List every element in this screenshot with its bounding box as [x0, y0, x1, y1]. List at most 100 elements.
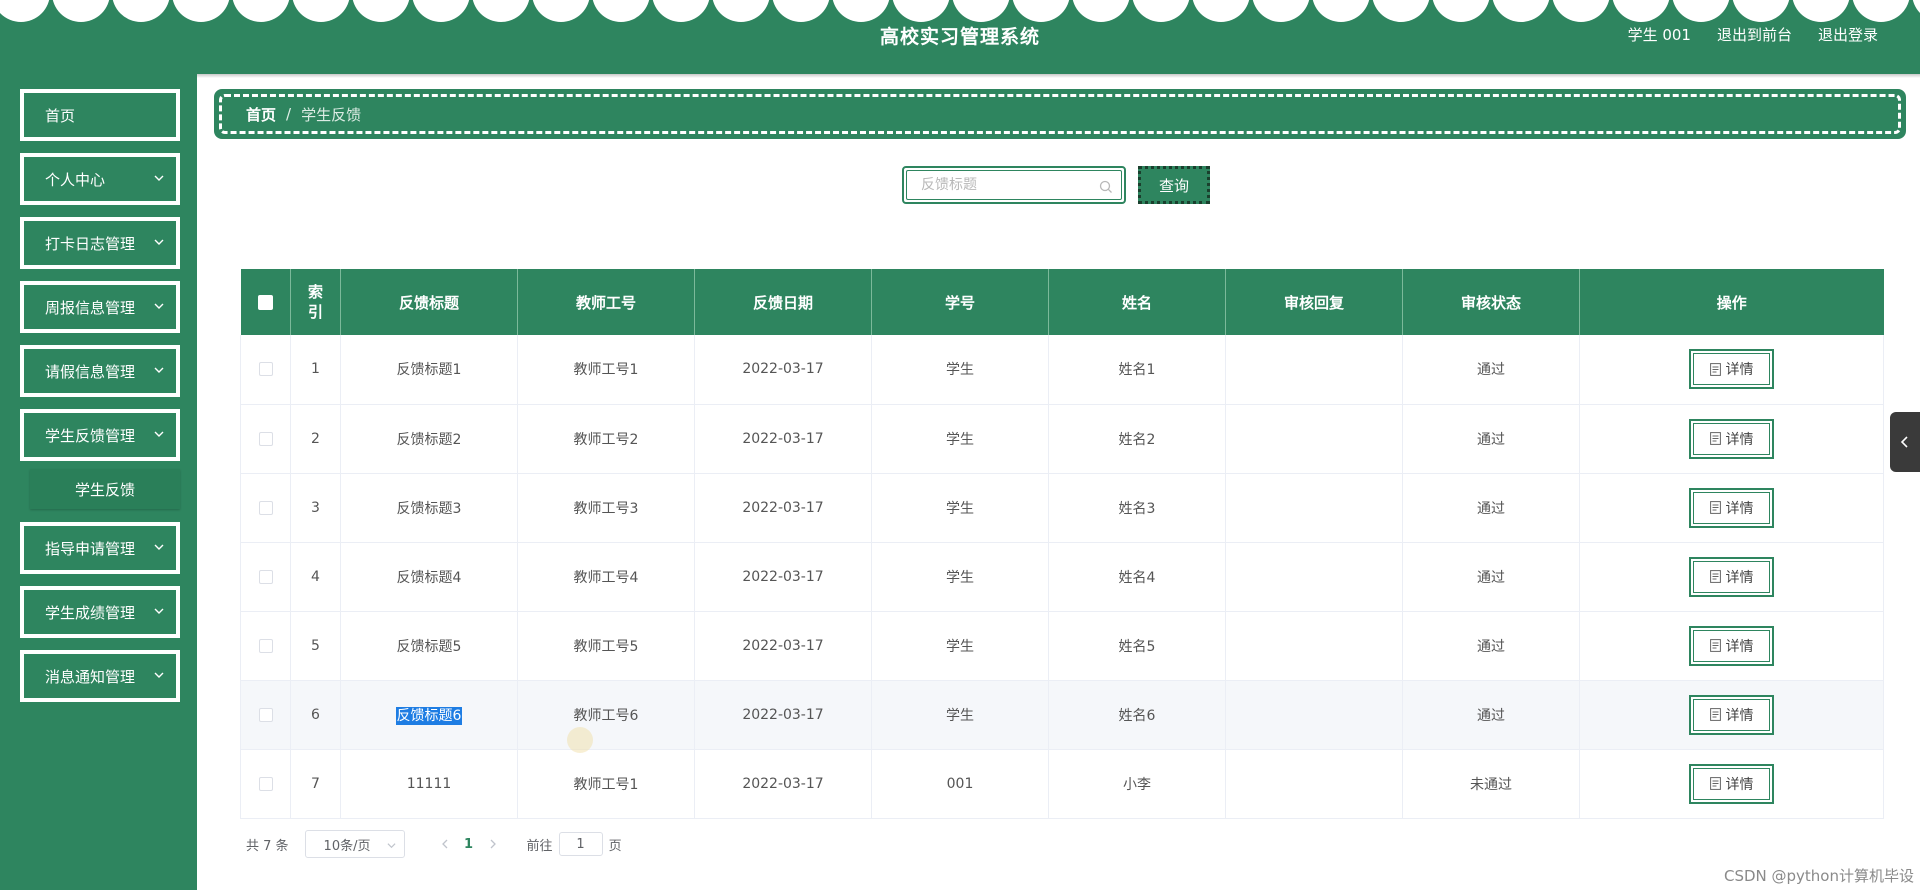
table-row: 2 反馈标题2 教师工号2 2022-03-17 学生 姓名2 通过 详情 — [240, 404, 1884, 474]
query-button[interactable]: 查询 — [1138, 166, 1210, 204]
select-all-checkbox[interactable] — [257, 295, 273, 310]
cell-date: 2022-03-17 — [694, 749, 872, 819]
detail-button[interactable]: 详情 — [1689, 556, 1774, 597]
cell-title-text: 反馈标题1 — [396, 362, 462, 379]
cell-status: 通过 — [1402, 680, 1580, 750]
goto-page-input[interactable] — [558, 832, 603, 856]
detail-button[interactable]: 详情 — [1689, 349, 1774, 390]
cell-date: 2022-03-17 — [694, 335, 872, 405]
cell-index: 1 — [290, 335, 341, 405]
table-row: 5 反馈标题5 教师工号5 2022-03-17 学生 姓名5 通过 详情 — [240, 611, 1884, 681]
scallop-circle — [892, 0, 950, 22]
cell-student-id: 001 — [871, 749, 1049, 819]
cell-status: 未通过 — [1402, 749, 1580, 819]
detail-button[interactable]: 详情 — [1689, 418, 1774, 459]
scallop-circle — [292, 0, 350, 22]
front-page-link[interactable]: 退出到前台 — [1717, 24, 1792, 45]
sidebar-item-notifications[interactable]: 消息通知管理 — [20, 650, 180, 702]
detail-button-label: 详情 — [1725, 500, 1754, 517]
row-checkbox[interactable] — [258, 431, 273, 446]
sidebar-item-label: 请假信息管理 — [45, 362, 136, 381]
search-input[interactable] — [921, 177, 1091, 193]
cell-actions: 详情 — [1579, 611, 1884, 681]
cell-reply — [1225, 680, 1403, 750]
column-header-title: 反馈标题 — [340, 269, 518, 335]
row-checkbox[interactable] — [258, 362, 273, 377]
row-checkbox[interactable] — [258, 569, 273, 584]
scallop-circle — [1192, 0, 1250, 22]
page-number[interactable]: 1 — [455, 837, 483, 852]
page-size-value: 10条/页 — [323, 838, 371, 854]
cell-title: 反馈标题3 — [340, 473, 518, 543]
scallop-circle — [412, 0, 470, 22]
row-checkbox[interactable] — [258, 776, 273, 791]
sidebar-item-home[interactable]: 首页 — [20, 89, 180, 141]
scallop-circle — [832, 0, 890, 22]
cell-name: 小李 — [1048, 749, 1226, 819]
side-panel-toggle[interactable] — [1890, 412, 1920, 472]
sidebar-item-checkin-log[interactable]: 打卡日志管理 — [20, 217, 180, 269]
detail-button[interactable]: 详情 — [1689, 694, 1774, 735]
scallop-circle — [1612, 0, 1670, 22]
row-select-cell — [240, 404, 291, 474]
pagination-total: 共 7 条 — [246, 838, 289, 854]
column-header-student-id: 学号 — [871, 269, 1049, 335]
sidebar-item-leave[interactable]: 请假信息管理 — [20, 345, 180, 397]
detail-button[interactable]: 详情 — [1689, 763, 1774, 804]
sidebar-item-grades[interactable]: 学生成绩管理 — [20, 586, 180, 638]
row-select-cell — [240, 335, 291, 405]
cell-reply — [1225, 611, 1403, 681]
next-page-button[interactable] — [483, 834, 503, 854]
row-checkbox[interactable] — [258, 500, 273, 515]
table-row: 6 反馈标题6 教师工号6 2022-03-17 学生 姓名6 通过 详情 — [240, 680, 1884, 750]
logout-link[interactable]: 退出登录 — [1818, 24, 1878, 45]
row-checkbox[interactable] — [258, 707, 273, 722]
cell-actions: 详情 — [1579, 542, 1884, 612]
detail-button-inner: 详情 — [1693, 698, 1770, 731]
detail-button[interactable]: 详情 — [1689, 625, 1774, 666]
detail-button-inner: 详情 — [1693, 353, 1770, 386]
scallop-circle — [1312, 0, 1370, 22]
detail-button[interactable]: 详情 — [1689, 487, 1774, 528]
sidebar-item-feedback[interactable]: 学生反馈管理 — [20, 409, 180, 461]
scallop-circle — [1012, 0, 1070, 22]
cell-date: 2022-03-17 — [694, 473, 872, 543]
header-scallop-decoration — [0, 0, 1920, 24]
breadcrumb-home[interactable]: 首页 — [246, 104, 276, 125]
page-size-select[interactable]: 10条/页 — [304, 830, 405, 858]
sidebar-item-weekly-report[interactable]: 周报信息管理 — [20, 281, 180, 333]
scallop-circle — [472, 0, 530, 22]
cell-status: 通过 — [1402, 404, 1580, 474]
cell-name: 姓名6 — [1048, 680, 1226, 750]
cell-date: 2022-03-17 — [694, 404, 872, 474]
chevron-down-icon — [154, 303, 164, 309]
sidebar-item-guidance[interactable]: 指导申请管理 — [20, 522, 180, 574]
cell-student-id: 学生 — [871, 404, 1049, 474]
cell-name: 姓名1 — [1048, 335, 1226, 405]
sidebar-item-personal-center[interactable]: 个人中心 — [20, 153, 180, 205]
cell-title: 反馈标题6 — [340, 680, 518, 750]
cell-reply — [1225, 404, 1403, 474]
row-checkbox[interactable] — [258, 638, 273, 653]
cell-actions: 详情 — [1579, 680, 1884, 750]
document-icon — [1709, 432, 1721, 445]
chevron-down-icon — [154, 672, 164, 678]
table-row: 1 反馈标题1 教师工号1 2022-03-17 学生 姓名1 通过 详情 — [240, 335, 1884, 405]
column-header-date: 反馈日期 — [694, 269, 872, 335]
sidebar-item-label: 个人中心 — [45, 170, 106, 189]
chevron-down-icon — [154, 367, 164, 373]
scallop-circle — [1672, 0, 1730, 22]
sidebar-subitem-student-feedback[interactable]: 学生反馈 — [30, 469, 180, 509]
cell-name: 姓名3 — [1048, 473, 1226, 543]
scallop-circle — [0, 0, 50, 22]
cell-date: 2022-03-17 — [694, 680, 872, 750]
document-icon — [1709, 362, 1721, 376]
chevron-down-icon — [154, 239, 164, 245]
scallop-circle — [1072, 0, 1130, 22]
cell-date: 2022-03-17 — [694, 611, 872, 681]
header-shadow — [0, 74, 1920, 78]
scallop-circle — [1432, 0, 1490, 22]
prev-page-button[interactable] — [435, 834, 455, 854]
search-inner — [906, 170, 1122, 200]
cell-index: 6 — [290, 680, 341, 750]
